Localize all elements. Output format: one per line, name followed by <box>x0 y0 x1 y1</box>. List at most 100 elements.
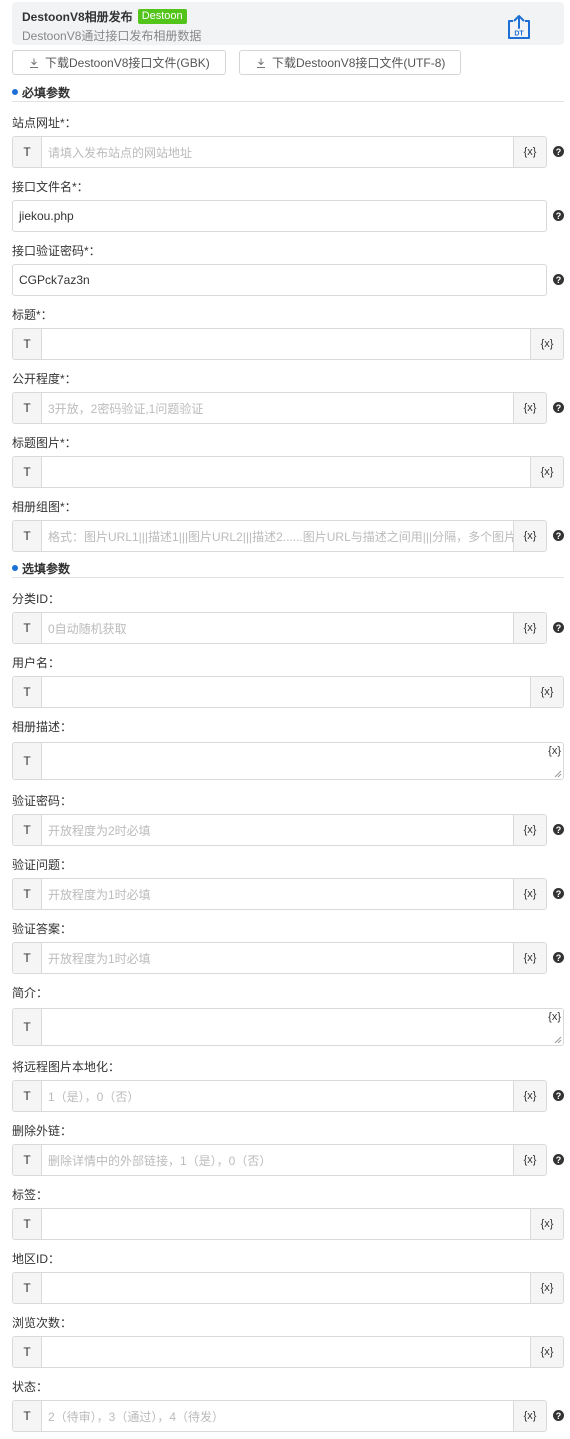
help-icon[interactable]: ? <box>553 210 564 221</box>
help-icon[interactable]: ? <box>553 274 564 285</box>
help-icon[interactable]: ? <box>553 888 564 899</box>
title-field[interactable]: T {x} <box>12 328 564 360</box>
resize-grip-icon[interactable] <box>553 769 562 778</box>
region-id-input[interactable] <box>42 1273 530 1303</box>
help-icon[interactable]: ? <box>553 402 564 413</box>
help-icon[interactable]: ? <box>553 1090 564 1101</box>
text-type-icon: T <box>13 1401 42 1431</box>
intro-field[interactable]: T {x} <box>12 1008 564 1046</box>
region-id-field[interactable]: T {x} <box>12 1272 564 1304</box>
verify-question-input[interactable]: 开放程度为1时必填 <box>42 879 513 909</box>
insert-variable-button[interactable]: {x} <box>530 1209 563 1239</box>
intro-textarea[interactable] <box>42 1009 530 1045</box>
field-label-title-image: 标题图片*： <box>12 436 77 450</box>
remove-links-input[interactable]: 删除详情中的外部链接，1（是），0（否） <box>42 1145 513 1175</box>
username-field[interactable]: T {x} <box>12 676 564 708</box>
field-label-verify-password: 验证密码： <box>12 794 73 808</box>
text-type-icon: T <box>13 1273 42 1303</box>
help-icon[interactable]: ? <box>553 952 564 963</box>
album-description-field[interactable]: T {x} <box>12 742 564 780</box>
header-title-text: DestoonV8相册发布 <box>22 10 133 24</box>
insert-variable-button[interactable]: {x} <box>513 521 546 551</box>
help-icon[interactable]: ? <box>553 824 564 835</box>
site-url-field[interactable]: T 请填入发布站点的网站地址 {x} <box>12 136 547 168</box>
text-type-icon: T <box>13 137 42 167</box>
album-images-input[interactable]: 格式：图片URL1|||描述1|||图片URL2|||描述2......图片UR… <box>42 521 513 551</box>
title-image-input[interactable] <box>42 457 530 487</box>
insert-variable-button[interactable]: {x} <box>513 1081 546 1111</box>
field-label-username: 用户名： <box>12 656 61 670</box>
verify-question-field[interactable]: T 开放程度为1时必填 {x} <box>12 878 547 910</box>
download-utf8-label: 下载DestoonV8接口文件(UTF-8) <box>272 56 446 70</box>
insert-variable-button[interactable]: {x} <box>513 1145 546 1175</box>
api-password-field[interactable]: CGPck7az3n <box>12 264 547 296</box>
insert-variable-button[interactable]: {x} <box>513 137 546 167</box>
view-count-input[interactable] <box>42 1337 530 1367</box>
text-type-icon: T <box>13 1009 42 1045</box>
api-filename-field[interactable]: jiekou.php <box>12 200 547 232</box>
text-type-icon: T <box>13 457 42 487</box>
insert-variable-button[interactable]: {x} <box>513 1401 546 1431</box>
section-optional: 选填参数 <box>12 558 564 578</box>
verify-password-field[interactable]: T 开放程度为2时必填 {x} <box>12 814 547 846</box>
field-label-api-password: 接口验证密码*： <box>12 244 101 258</box>
category-id-field[interactable]: T 0自动随机获取 {x} <box>12 612 547 644</box>
help-icon[interactable]: ? <box>553 1154 564 1165</box>
field-label-album-description: 相册描述： <box>12 720 73 734</box>
help-icon[interactable]: ? <box>553 530 564 541</box>
verify-answer-field[interactable]: T 开放程度为1时必填 {x} <box>12 942 547 974</box>
api-password-input[interactable]: CGPck7az3n <box>13 265 546 295</box>
album-description-textarea[interactable] <box>42 743 530 779</box>
dt-upload-icon: DT <box>508 15 530 39</box>
download-gbk-button[interactable]: 下载DestoonV8接口文件(GBK) <box>12 50 226 75</box>
insert-variable-button[interactable]: {x} <box>530 1337 563 1367</box>
insert-variable-button[interactable]: {x} <box>530 457 563 487</box>
verify-answer-input[interactable]: 开放程度为1时必填 <box>42 943 513 973</box>
resize-grip-icon[interactable] <box>553 1035 562 1044</box>
insert-variable-button[interactable]: {x} <box>530 1009 563 1045</box>
title-image-field[interactable]: T {x} <box>12 456 564 488</box>
status-input[interactable]: 2（待审），3（通过），4（待发） <box>42 1401 513 1431</box>
help-icon[interactable]: ? <box>553 1410 564 1421</box>
insert-variable-button[interactable]: {x} <box>530 677 563 707</box>
view-count-field[interactable]: T {x} <box>12 1336 564 1368</box>
insert-variable-button[interactable]: {x} <box>513 815 546 845</box>
localize-images-field[interactable]: T 1（是），0（否） {x} <box>12 1080 547 1112</box>
insert-variable-button[interactable]: {x} <box>530 329 563 359</box>
download-icon <box>30 58 38 68</box>
tags-field[interactable]: T {x} <box>12 1208 564 1240</box>
insert-variable-button[interactable]: {x} <box>530 743 563 779</box>
title-input[interactable] <box>42 329 530 359</box>
download-utf8-button[interactable]: 下载DestoonV8接口文件(UTF-8) <box>239 50 461 75</box>
status-field[interactable]: T 2（待审），3（通过），4（待发） {x} <box>12 1400 547 1432</box>
site-url-input[interactable]: 请填入发布站点的网站地址 <box>42 137 513 167</box>
tags-input[interactable] <box>42 1209 530 1239</box>
text-type-icon: T <box>13 393 42 423</box>
category-id-input[interactable]: 0自动随机获取 <box>42 613 513 643</box>
help-icon[interactable]: ? <box>553 622 564 633</box>
visibility-field[interactable]: T 3开放，2密码验证,1问题验证 {x} <box>12 392 547 424</box>
insert-variable-button[interactable]: {x} <box>513 613 546 643</box>
platform-badge: Destoon <box>137 9 187 24</box>
insert-variable-button[interactable]: {x} <box>513 943 546 973</box>
localize-images-input[interactable]: 1（是），0（否） <box>42 1081 513 1111</box>
section-optional-title: 选填参数 <box>22 562 71 576</box>
insert-variable-button[interactable]: {x} <box>513 393 546 423</box>
username-input[interactable] <box>42 677 530 707</box>
verify-password-input[interactable]: 开放程度为2时必填 <box>42 815 513 845</box>
field-label-site-url: 站点网址*： <box>12 116 77 130</box>
field-label-album-images: 相册组图*： <box>12 500 77 514</box>
field-label-region-id: 地区ID： <box>12 1252 61 1266</box>
insert-variable-button[interactable]: {x} <box>513 879 546 909</box>
api-filename-input[interactable]: jiekou.php <box>13 201 546 231</box>
text-type-icon: T <box>13 613 42 643</box>
field-label-tags: 标签： <box>12 1188 49 1202</box>
album-images-field[interactable]: T 格式：图片URL1|||描述1|||图片URL2|||描述2......图片… <box>12 520 547 552</box>
download-icon <box>257 58 265 68</box>
field-label-category-id: 分类ID： <box>12 592 61 606</box>
insert-variable-button[interactable]: {x} <box>530 1273 563 1303</box>
remove-links-field[interactable]: T 删除详情中的外部链接，1（是），0（否） {x} <box>12 1144 547 1176</box>
help-icon[interactable]: ? <box>553 146 564 157</box>
field-label-remove-links: 删除外链： <box>12 1124 73 1138</box>
visibility-input[interactable]: 3开放，2密码验证,1问题验证 <box>42 393 513 423</box>
